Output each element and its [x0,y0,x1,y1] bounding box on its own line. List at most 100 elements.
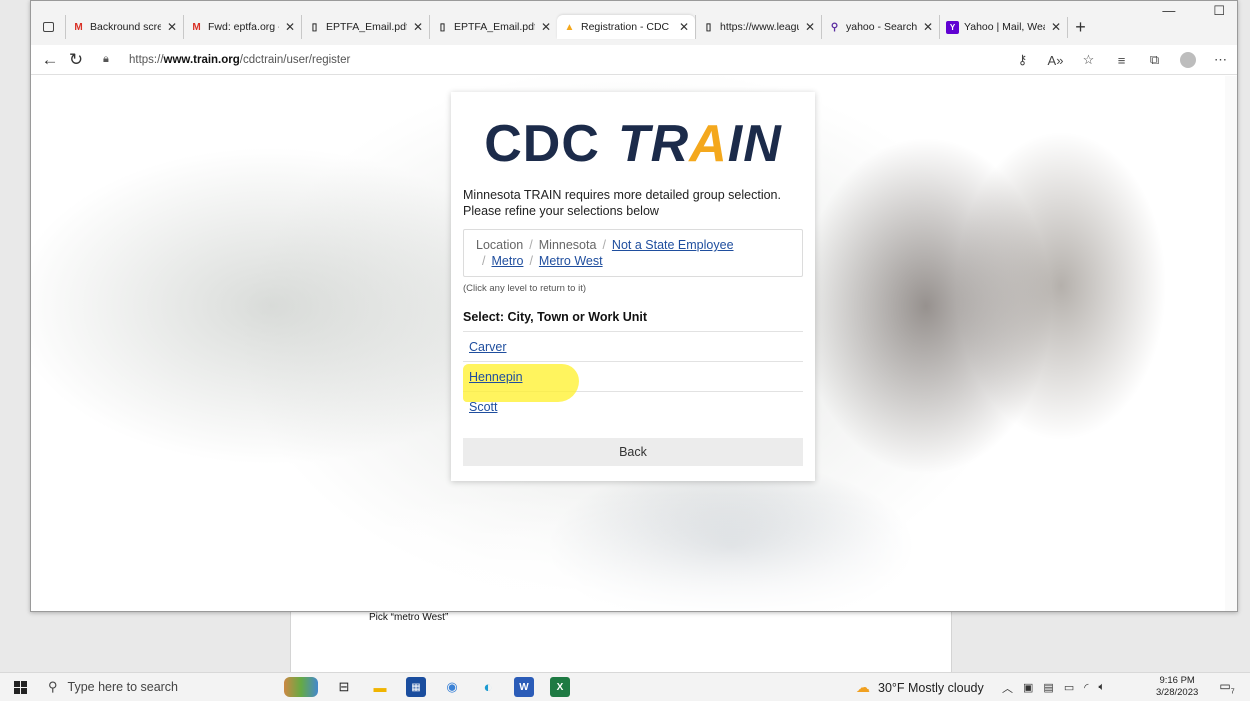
gmail-icon: M [74,21,83,33]
url-prefix: https:// [129,53,164,66]
tab-title: Registration - CDC [581,21,670,33]
system-tray: ︿ ▣ ▤ ▭ ◜ 🔈︎ [1002,673,1105,701]
task-view-icon[interactable]: ⊟ [334,677,354,697]
taskbar-clock[interactable]: 9:16 PM 3/28/2023 [1156,675,1198,699]
search-icon: ⚲ [48,679,58,694]
notification-count: 7 [1230,688,1235,696]
address-bar: ← ↻ 🔒︎ https://www.train.org/cdctrain/us… [31,45,1237,75]
start-button[interactable] [0,680,40,694]
new-tab-button[interactable]: + [1067,16,1093,38]
tab-gmail-fwd[interactable]: M Fwd: eptfa.org - N ✕ [183,15,301,39]
windows-logo-icon [13,680,27,694]
breadcrumb-hint: (Click any level to return to it) [463,283,587,294]
close-icon[interactable]: ✕ [923,20,933,34]
profile-avatar-icon[interactable] [1171,52,1204,69]
tab-registration[interactable]: ▲ Registration - CDC ✕ [557,15,695,39]
wifi-icon[interactable]: ◜ [1084,681,1088,694]
document-icon: ▯ [705,21,712,33]
tab-eptfa-pdf-1[interactable]: ▯ EPTFA_Email.pdf ✕ [301,15,429,39]
weather-text: 30°F Mostly cloudy [878,680,984,695]
address-bar-tools: ⚷ A» ☆ ≡ ⧉ ⋯ [1006,45,1237,75]
collections-icon[interactable]: ⧉ [1138,52,1171,68]
word-icon[interactable]: W [514,677,534,697]
registration-card: CDC TRAIN Minnesota TRAIN requires more d… [451,92,815,481]
favorites-list-icon[interactable]: ≡ [1105,53,1138,68]
option-row-carver: Carver [463,332,803,362]
battery-icon[interactable]: ▭ [1064,681,1074,694]
page-viewport: CDC TRAIN Minnesota TRAIN requires more d… [31,76,1237,611]
taskbar-search-placeholder: Type here to search [67,680,179,694]
yahoo-icon: Y [946,20,959,34]
close-icon[interactable]: ✕ [413,20,423,34]
tab-actions-icon [42,22,54,32]
breadcrumb-metro-west[interactable]: Metro West [539,254,603,268]
news-widget-icon[interactable] [284,677,318,697]
lock-icon: 🔒︎ [103,53,109,65]
meet-now-icon[interactable]: ▣ [1023,681,1033,694]
tab-title: yahoo - Search [846,21,917,33]
partly-cloudy-icon: ☁ [856,679,870,695]
weather-widget[interactable]: ☁ 30°F Mostly cloudy [856,673,984,701]
option-hennepin-link[interactable]: Hennepin [469,370,523,384]
breadcrumb-minnesota: Minnesota [538,238,597,252]
search-icon: ⚲ [830,21,839,33]
tab-yahoo-mail[interactable]: Y Yahoo | Mail, Wea ✕ [939,15,1067,39]
close-icon[interactable]: ✕ [1051,20,1061,34]
edge-icon[interactable]: ◐ [478,677,498,697]
volume-icon[interactable]: 🔈︎ [1098,681,1105,694]
taskbar-search[interactable]: ⚲ Type here to search [40,673,244,701]
back-arrow-icon[interactable]: ← [37,50,63,70]
page-scrollbar[interactable] [1225,76,1237,611]
option-carver-link[interactable]: Carver [469,340,507,354]
train-icon: ▲ [564,21,575,33]
tab-title: EPTFA_Email.pdf [454,21,535,33]
url-domain: www.train.org [163,53,240,66]
tab-yahoo-search[interactable]: ⚲ yahoo - Search ✕ [821,15,939,39]
close-icon[interactable]: ✕ [541,20,551,34]
device-icon[interactable]: ▤ [1043,681,1053,694]
clock-time: 9:16 PM [1159,675,1195,686]
excel-icon[interactable]: X [550,677,570,697]
breadcrumb-metro[interactable]: Metro [491,254,523,268]
store-icon[interactable]: ▦ [406,677,426,697]
tab-title: Backround screen [90,21,161,33]
cdc-train-logo: CDC TRAIN [484,115,782,173]
notification-icon[interactable]: ▭7 [1218,679,1236,695]
tab-league[interactable]: ▯ https://www.leagu ✕ [695,15,821,39]
breadcrumb-location: Location [476,238,524,252]
tab-title: https://www.leagu [720,21,799,33]
breadcrumb-not-state-employee[interactable]: Not a State Employee [612,238,734,252]
refresh-icon[interactable]: ↻ [63,50,89,70]
url-field[interactable]: 🔒︎ https://www.train.org/cdctrain/user/r… [103,49,933,71]
url-path: /cdctrain/user/register [239,53,351,66]
windows-taskbar: ⚲ Type here to search ⊟ ▬ ▦ ◉ ◐ W X ☁ 30… [0,672,1250,701]
gmail-icon: M [192,21,201,33]
tab-title: Yahoo | Mail, Wea [964,21,1045,33]
close-icon[interactable]: ✕ [167,20,177,34]
more-options-icon[interactable]: ⋯ [1204,52,1237,68]
tab-strip: — ☐ M Backround screen ✕ M Fwd: eptfa.or… [31,1,1237,45]
tab-gmail-backround[interactable]: M Backround screen ✕ [65,15,183,39]
breadcrumb: Location / Minnesota / Not a State Employee … [463,229,803,277]
select-heading: Select: City, Town or Work Unit [463,310,803,332]
tab-actions-button[interactable] [31,15,65,39]
edge-legacy-icon[interactable]: ◉ [442,677,462,697]
close-icon[interactable]: ✕ [805,20,815,34]
option-row-hennepin: Hennepin [463,362,803,402]
browser-window: — ☐ M Backround screen ✕ M Fwd: eptfa.or… [30,0,1238,612]
back-button[interactable]: Back [463,438,803,466]
document-note: Pick “metro West” [369,612,449,623]
tab-title: EPTFA_Email.pdf [326,21,407,33]
intro-text: Minnesota TRAIN requires more detailed g… [463,188,781,218]
chevron-up-icon[interactable]: ︿ [1002,680,1013,696]
document-icon: ▯ [311,21,318,33]
tab-eptfa-pdf-2[interactable]: ▯ EPTFA_Email.pdf ✕ [429,15,557,39]
read-aloud-icon[interactable]: A» [1039,53,1072,68]
tab-title: Fwd: eptfa.org - N [208,21,279,33]
file-explorer-icon[interactable]: ▬ [370,677,390,697]
close-icon[interactable]: ✕ [285,20,295,34]
favorite-star-icon[interactable]: ☆ [1072,52,1105,68]
close-icon[interactable]: ✕ [679,20,689,34]
option-scott-link[interactable]: Scott [469,400,498,414]
key-icon[interactable]: ⚷ [1006,52,1039,68]
